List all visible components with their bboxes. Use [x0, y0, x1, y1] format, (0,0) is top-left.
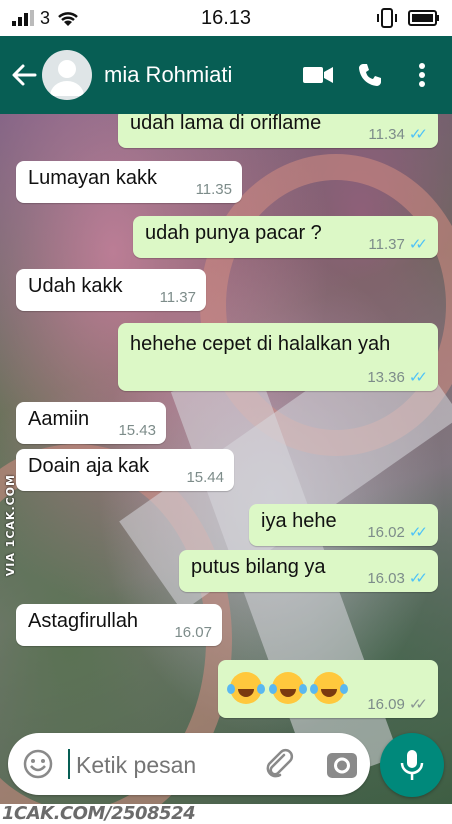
- message-bubble-outgoing[interactable]: iya hehe 16.02 ✓✓: [249, 504, 438, 546]
- message-time: 15.43: [118, 422, 156, 439]
- rolling-on-floor-laughing-icon: [268, 672, 304, 704]
- message-bubble-outgoing[interactable]: udah lama di oriflame 11.34 ✓✓: [118, 114, 438, 148]
- signal-icon: [12, 10, 34, 26]
- video-call-button[interactable]: [296, 53, 340, 97]
- message-meta: 16.07: [174, 624, 212, 641]
- message-time: 16.09: [367, 695, 405, 713]
- read-ticks-icon: ✓✓: [408, 369, 428, 386]
- message-meta: 11.37 ✓✓: [368, 235, 428, 254]
- text-caret: [68, 749, 70, 779]
- read-ticks-icon: ✓✓: [408, 524, 428, 541]
- more-vertical-icon: [419, 63, 425, 87]
- message-bubble-incoming[interactable]: Aamiin 15.43: [16, 402, 166, 444]
- message-bubble-incoming[interactable]: Astagfirullah 16.07: [16, 604, 222, 646]
- message-text: Udah kakk: [28, 275, 123, 297]
- status-left: 3: [12, 8, 80, 29]
- arrow-left-icon: [12, 64, 37, 86]
- default-avatar-icon: [50, 60, 84, 96]
- message-meta: 13.36 ✓✓: [367, 368, 428, 387]
- back-button[interactable]: [8, 59, 40, 91]
- status-bar: 3 16.13: [0, 0, 452, 36]
- message-bubble-incoming[interactable]: Doain aja kak 15.44: [16, 449, 234, 491]
- avatar[interactable]: [42, 50, 92, 100]
- message-bubble-incoming[interactable]: Lumayan kakk 11.35: [16, 161, 242, 203]
- footer-watermark: 1CAK.COM/2508524: [0, 804, 452, 824]
- message-text: iya hehe: [261, 510, 337, 532]
- message-text: Astagfirullah: [28, 610, 139, 632]
- message-time: 11.34: [368, 125, 405, 143]
- message-bubble-outgoing[interactable]: udah punya pacar ? 11.37 ✓✓: [133, 216, 438, 258]
- camera-icon: [327, 753, 357, 778]
- message-text: hehehe cepet di halalkan yah: [130, 333, 391, 355]
- message-input[interactable]: [76, 752, 256, 779]
- message-time: 11.37: [159, 289, 196, 306]
- phone-icon: [359, 64, 381, 86]
- message-time: 13.36: [367, 368, 405, 386]
- wifi-icon: [58, 12, 78, 26]
- side-watermark: VIA 1CAK.COM: [4, 474, 17, 577]
- chat-header: mia Rohmiati: [0, 36, 452, 114]
- message-text: udah punya pacar ?: [145, 222, 322, 244]
- emoji-button[interactable]: [22, 748, 54, 780]
- chat-area[interactable]: VIA 1CAK.COM udah lama di oriflame 11.34…: [0, 114, 452, 804]
- vibrate-icon: [377, 8, 397, 28]
- smiley-icon: [23, 749, 53, 779]
- message-meta: 11.37: [160, 289, 196, 306]
- message-meta: 16.03 ✓✓: [367, 569, 428, 588]
- emoji-row: [227, 672, 349, 704]
- read-ticks-icon: ✓✓: [408, 570, 428, 587]
- voice-call-button[interactable]: [348, 53, 392, 97]
- more-options-button[interactable]: [400, 53, 444, 97]
- read-ticks-icon: ✓✓: [408, 236, 428, 253]
- message-time: 11.37: [368, 235, 405, 253]
- message-meta: 15.43: [118, 422, 156, 439]
- message-time: 16.07: [174, 624, 212, 641]
- signal-label: 3: [40, 7, 51, 28]
- battery-icon: [408, 10, 439, 26]
- message-time: 15.44: [186, 469, 224, 486]
- message-bubble-outgoing[interactable]: 16.09 ✓✓: [218, 660, 438, 718]
- camera-button[interactable]: [324, 747, 360, 783]
- message-meta: 16.02 ✓✓: [367, 523, 428, 542]
- message-composer: [8, 733, 370, 795]
- message-text: Aamiin: [28, 408, 90, 430]
- message-bubble-incoming[interactable]: Udah kakk 11.37: [16, 269, 206, 311]
- voice-message-button[interactable]: [380, 733, 444, 797]
- microphone-icon: [400, 750, 424, 780]
- message-text: Lumayan kakk: [28, 167, 157, 189]
- message-text: putus bilang ya: [191, 556, 326, 578]
- message-time: 16.03: [367, 569, 405, 587]
- contact-name[interactable]: mia Rohmiati: [104, 62, 288, 88]
- read-ticks-icon: ✓✓: [408, 126, 428, 143]
- message-bubble-outgoing[interactable]: hehehe cepet di halalkan yah 13.36 ✓✓: [118, 323, 438, 391]
- message-meta: 11.35: [196, 181, 232, 198]
- message-text: Doain aja kak: [28, 455, 150, 477]
- rolling-on-floor-laughing-icon: [310, 672, 346, 704]
- status-right: [376, 7, 440, 29]
- message-meta: 11.34 ✓✓: [368, 125, 428, 144]
- message-time: 11.35: [195, 181, 232, 198]
- delivered-ticks-icon: ✓✓: [408, 696, 428, 713]
- rolling-on-floor-laughing-icon: [227, 672, 262, 704]
- video-camera-icon: [303, 67, 333, 83]
- paperclip-icon: [266, 748, 294, 778]
- message-text: udah lama di oriflame: [130, 114, 322, 134]
- message-meta: 16.09 ✓✓: [367, 695, 428, 714]
- attach-button[interactable]: [262, 747, 296, 781]
- message-bubble-outgoing[interactable]: putus bilang ya 16.03 ✓✓: [179, 550, 438, 592]
- message-time: 16.02: [367, 523, 405, 541]
- message-meta: 15.44: [186, 469, 224, 486]
